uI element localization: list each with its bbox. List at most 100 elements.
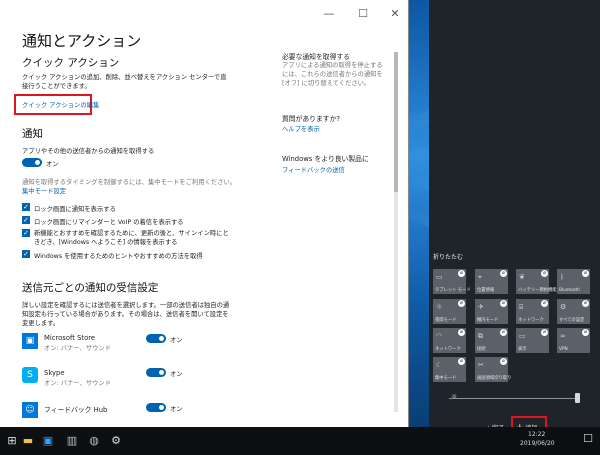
clock-date[interactable]: 2019/06/20 (520, 440, 555, 447)
side-important-heading: 必要な通知を取得する (282, 53, 350, 61)
vpn-icon: ∞ (560, 332, 566, 340)
tile-airplane-mode[interactable]: ⌀ ✈ 機内モード (475, 299, 508, 324)
tile-snip[interactable]: ⌀ ✂ 画面領域切り取り (475, 357, 511, 382)
network-icon: ⌸ (519, 303, 524, 311)
help-link[interactable]: ヘルプを表示 (282, 124, 320, 133)
clock-time[interactable]: 12:22 (528, 431, 545, 438)
store-toggle[interactable] (146, 334, 166, 343)
notification-icon[interactable]: ☐ (580, 431, 596, 447)
tile-all-settings[interactable]: ⌀ ⚙ すべての設定 (557, 299, 590, 324)
close-button[interactable]: ✕ (384, 6, 406, 22)
skype-toggle[interactable] (146, 368, 166, 377)
sun-icon: ☼ (436, 303, 443, 311)
store-taskbar-icon[interactable]: ▣ (40, 433, 56, 449)
tablet-icon: ▭ (436, 273, 443, 281)
tile-network-1[interactable]: ⌀ ⌸ ネットワーク (516, 299, 549, 324)
quick-action-heading: クイック アクション (22, 57, 120, 69)
get-notifications-label: アプリやその他の送信者からの通知を取得する (22, 148, 155, 155)
quick-action-edit-link[interactable]: クイック アクションの編集 (22, 100, 99, 109)
minimize-button[interactable]: — (318, 6, 340, 22)
notifications-toggle[interactable] (22, 158, 42, 167)
page-title: 通知とアクション (22, 32, 142, 50)
unpin-icon[interactable]: ⌀ (582, 300, 589, 307)
settings-window: — ☐ ✕ 通知とアクション クイック アクション クイック アクションの追加、… (0, 0, 409, 427)
location-icon: ⌖ (478, 273, 482, 281)
title-bar: — ☐ ✕ (0, 0, 408, 28)
tile-bluetooth[interactable]: ⌀ ᛒ Bluetooth (557, 269, 590, 294)
checkbox-tips-label: Windows を使用するためのヒントやおすすめの方法を取得 (34, 253, 203, 260)
tile-battery-saver[interactable]: ⌀ ❦ バッテリー節約機能 (516, 269, 557, 294)
tile-label: すべての設定 (559, 318, 585, 323)
document-icon[interactable]: ▥ (64, 433, 80, 449)
tile-label: 集中モード (435, 376, 457, 381)
maximize-button[interactable]: ☐ (352, 6, 374, 22)
app-icon[interactable]: ◍ (86, 433, 102, 449)
tile-location[interactable]: ⌀ ⌖ 位置情報 (475, 269, 508, 294)
unpin-icon[interactable]: ⌀ (500, 300, 507, 307)
bluetooth-icon: ᛒ (560, 273, 565, 281)
tile-label: タブレット モード (435, 288, 471, 293)
unpin-icon[interactable]: ⌀ (458, 300, 465, 307)
unpin-icon[interactable]: ⌀ (541, 270, 548, 277)
tile-network-2[interactable]: ⌀ ◠ ネットワーク (433, 328, 466, 353)
tile-project[interactable]: ⌀ ▭ 表示 (516, 328, 549, 353)
collapse-link[interactable]: 折りたたむ (433, 252, 463, 261)
app-sub-skype: オン: バナー、サウンド (44, 380, 112, 387)
per-sender-heading: 送信元ごとの通知の受信設定 (22, 282, 159, 294)
scissors-icon: ✂ (478, 361, 484, 369)
unpin-icon[interactable]: ⌀ (458, 358, 465, 365)
skype-icon: S (22, 367, 38, 383)
feedback-toggle-state: オン (170, 406, 183, 413)
checkbox-lock-screen[interactable]: ✓ (22, 203, 30, 211)
checkbox-welcome-label: 新機能とおすすめを確認するために、更新の後と、サインイン時にときどき、[Wind… (34, 230, 229, 246)
notifications-toggle-state: オン (46, 161, 59, 168)
focus-description: 通知を取得するタイミングを制御するには、集中モードをご利用ください。 (22, 179, 237, 186)
brightness-slider[interactable] (449, 398, 577, 399)
unpin-icon[interactable]: ⌀ (458, 270, 465, 277)
notifications-heading: 通知 (22, 128, 43, 140)
tile-focus-assist[interactable]: ⌀ ☾ 集中モード (433, 357, 466, 382)
gear-icon: ⚙ (560, 303, 567, 311)
app-sub-store: オン: バナー、サウンド (44, 345, 112, 352)
unpin-icon[interactable]: ⌀ (500, 329, 507, 336)
unpin-icon[interactable]: ⌀ (582, 270, 589, 277)
checkbox-reminders[interactable]: ✓ (22, 216, 30, 224)
brightness-slider-knob[interactable] (575, 393, 580, 403)
tile-label: 夜間モード (435, 318, 457, 323)
unpin-icon[interactable]: ⌀ (541, 300, 548, 307)
tile-label: ネットワーク (435, 347, 461, 352)
settings-taskbar-icon[interactable]: ⚙ (108, 433, 124, 449)
unpin-icon[interactable]: ⌀ (582, 329, 589, 336)
side-improve-heading: Windows をより良い製品に (282, 155, 369, 163)
network-icon: ◠ (436, 332, 443, 340)
feedback-hub-icon: ☺ (22, 402, 38, 418)
microsoft-store-icon: ▣ (22, 333, 38, 349)
start-icon[interactable]: ⊞ (4, 433, 20, 449)
quick-action-description: クイック アクションの追加、削除、並べ替えをアクション センターで直接行うことが… (22, 74, 227, 90)
tile-vpn[interactable]: ⌀ ∞ VPN (557, 328, 590, 353)
checkbox-welcome[interactable]: ✓ (22, 229, 30, 237)
feedback-toggle[interactable] (146, 403, 166, 412)
tile-label: 接続 (477, 347, 486, 352)
unpin-icon[interactable]: ⌀ (500, 358, 507, 365)
tile-label: 表示 (518, 347, 527, 352)
skype-toggle-state: オン (170, 371, 183, 378)
tile-connect[interactable]: ⌀ ⧉ 接続 (475, 328, 508, 353)
checkbox-reminders-label: ロック画面にリマインダーと VoIP の着信を表示する (34, 219, 184, 226)
unpin-icon[interactable]: ⌀ (458, 329, 465, 336)
moon-icon: ☾ (436, 361, 443, 369)
unpin-icon[interactable]: ⌀ (541, 329, 548, 336)
focus-settings-link[interactable]: 集中モード設定 (22, 186, 66, 195)
unpin-icon[interactable]: ⌀ (500, 270, 507, 277)
tile-label: ネットワーク (518, 318, 544, 323)
scrollbar-thumb[interactable] (394, 52, 398, 192)
side-question-heading: 質問がありますか? (282, 115, 340, 123)
file-explorer-icon[interactable]: ▬ (20, 433, 36, 449)
tile-night-light[interactable]: ⌀ ☼ 夜間モード (433, 299, 466, 324)
feedback-link[interactable]: フィードバックの送信 (282, 165, 345, 174)
app-name-skype: Skype (44, 369, 65, 377)
tile-tablet-mode[interactable]: ⌀ ▭ タブレット モード (433, 269, 471, 294)
app-name-feedback: フィードバック Hub (44, 406, 108, 414)
checkbox-tips[interactable]: ✓ (22, 250, 30, 258)
brightness-icon: ☼ (451, 393, 458, 401)
